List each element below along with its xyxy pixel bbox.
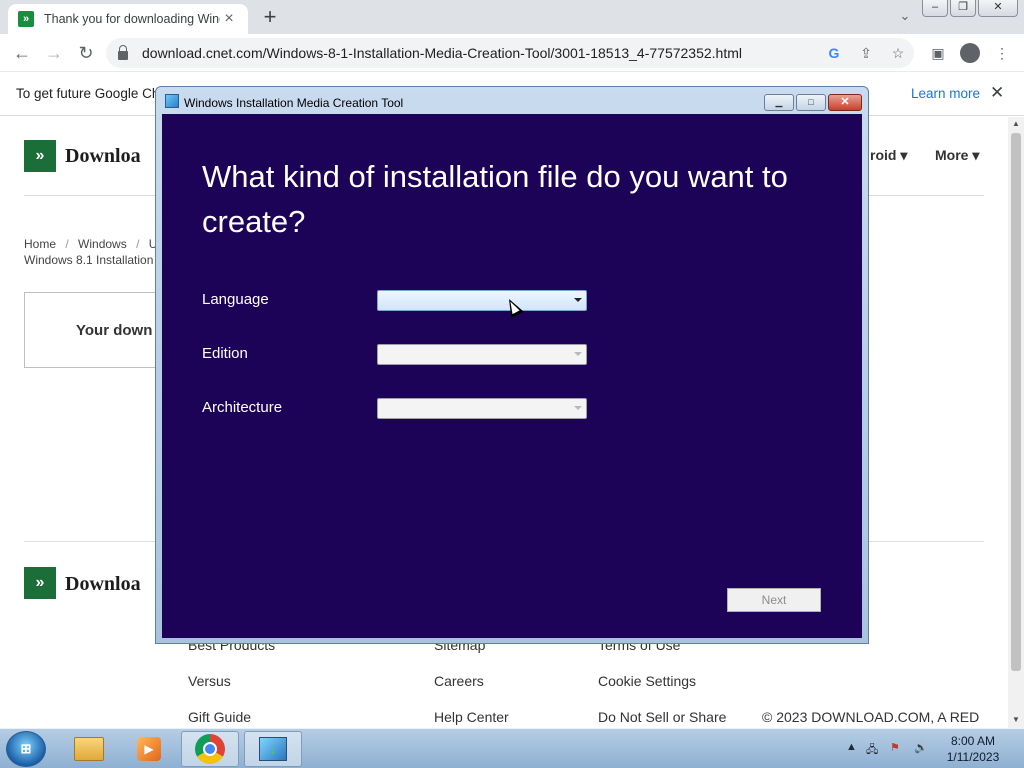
show-hidden-icons-icon[interactable]: ▲ bbox=[846, 741, 857, 753]
dialog-titlebar[interactable]: Windows Installation Media Creation Tool… bbox=[156, 87, 868, 115]
taskbar-media-tool[interactable]: ↓ bbox=[244, 731, 302, 767]
scroll-down-icon[interactable]: ▼ bbox=[1008, 713, 1024, 727]
next-button[interactable]: Next bbox=[727, 588, 821, 612]
page-scrollbar[interactable]: ▲ ▼ bbox=[1008, 117, 1024, 728]
media-tool-icon bbox=[165, 94, 179, 108]
media-creation-dialog: Windows Installation Media Creation Tool… bbox=[155, 86, 869, 644]
language-select[interactable] bbox=[377, 290, 587, 311]
menu-kebab-icon[interactable]: ⋮ bbox=[992, 43, 1012, 63]
lock-icon[interactable] bbox=[118, 44, 128, 60]
site-logo-icon[interactable]: » bbox=[24, 140, 56, 172]
media-player-icon: ▶ bbox=[137, 737, 161, 761]
footer-link[interactable]: Cookie Settings bbox=[598, 673, 696, 689]
taskbar-chrome[interactable] bbox=[181, 731, 239, 767]
action-center-icon[interactable]: ⚑ bbox=[890, 741, 900, 754]
breadcrumb-sep: / bbox=[65, 237, 69, 251]
reload-button[interactable]: ↻ bbox=[74, 41, 98, 65]
profile-avatar-icon bbox=[960, 43, 980, 63]
breadcrumb-product[interactable]: Windows 8.1 Installation M bbox=[24, 253, 167, 267]
system-clock[interactable]: 8:00 AM 1/11/2023 bbox=[940, 733, 1006, 765]
nav-android[interactable]: roid ▾ bbox=[870, 147, 907, 164]
new-tab-button[interactable]: + bbox=[258, 6, 282, 30]
dialog-title: Windows Installation Media Creation Tool bbox=[184, 96, 404, 110]
share-icon[interactable]: ⇪ bbox=[857, 44, 875, 62]
footer-link[interactable]: Do Not Sell or Share bbox=[598, 709, 726, 725]
tab-strip: » Thank you for downloading Windows 8.1 … bbox=[0, 0, 1024, 34]
download-favicon-icon: » bbox=[18, 11, 34, 27]
footer-logo-text[interactable]: Downloa bbox=[65, 573, 141, 596]
window-controls: – ❐ ✕ bbox=[922, 0, 1018, 17]
dialog-heading: What kind of installation file do you wa… bbox=[202, 159, 788, 239]
minimize-button[interactable]: – bbox=[922, 0, 948, 17]
windows-logo-icon: ⊞ bbox=[20, 741, 32, 756]
url-text[interactable]: download.cnet.com/Windows-8-1-Installati… bbox=[142, 45, 742, 61]
site-logo-text[interactable]: Downloa bbox=[65, 145, 141, 168]
back-button[interactable]: ← bbox=[10, 41, 34, 65]
address-bar[interactable]: download.cnet.com/Windows-8-1-Installati… bbox=[106, 38, 914, 68]
tab-title: Thank you for downloading Windows 8.1 In… bbox=[44, 12, 220, 26]
dropdown-arrow-icon bbox=[574, 406, 582, 410]
footer-logo-icon[interactable]: » bbox=[24, 567, 56, 599]
footer-link[interactable]: Gift Guide bbox=[188, 709, 251, 725]
restore-button[interactable]: ❐ bbox=[950, 0, 976, 17]
clock-date: 1/11/2023 bbox=[946, 750, 1000, 764]
language-label: Language bbox=[202, 291, 269, 308]
nav-more-label: More bbox=[935, 147, 969, 163]
media-tool-taskbar-icon: ↓ bbox=[259, 737, 287, 761]
browser-tab[interactable]: » Thank you for downloading Windows 8.1 … bbox=[8, 4, 248, 34]
dropdown-arrow-icon bbox=[574, 298, 582, 302]
dialog-minimize-button[interactable]: ▁ bbox=[764, 94, 794, 111]
architecture-label: Architecture bbox=[202, 399, 283, 416]
browser-toolbar: ← → ↻ download.cnet.com/Windows-8-1-Inst… bbox=[0, 34, 1024, 72]
tab-search-icon[interactable]: ⌄ bbox=[896, 8, 914, 26]
infobar-close-icon[interactable]: ✕ bbox=[990, 83, 1004, 103]
taskbar-explorer[interactable] bbox=[60, 731, 118, 767]
footer-link[interactable]: Careers bbox=[434, 673, 484, 689]
download-status-text: Your down bbox=[76, 322, 153, 339]
infobar-message: To get future Google Ch bbox=[16, 86, 160, 101]
network-icon[interactable]: 🖧 bbox=[866, 741, 878, 760]
dialog-close-button[interactable]: ✕ bbox=[828, 94, 862, 111]
scroll-thumb[interactable] bbox=[1011, 133, 1021, 671]
learn-more-link[interactable]: Learn more bbox=[911, 86, 980, 101]
footer-link[interactable]: Help Center bbox=[434, 709, 509, 725]
dropdown-arrow-icon bbox=[574, 352, 582, 356]
download-status-box: Your down bbox=[24, 292, 174, 368]
folder-icon bbox=[74, 737, 104, 761]
breadcrumb-windows[interactable]: Windows bbox=[78, 237, 127, 251]
start-button[interactable]: ⊞ bbox=[6, 731, 46, 767]
dialog-maximize-button[interactable]: □ bbox=[796, 94, 826, 111]
breadcrumb: Home / Windows / Ut bbox=[24, 237, 161, 251]
side-panel-icon[interactable]: ▣ bbox=[928, 43, 948, 63]
scroll-up-icon[interactable]: ▲ bbox=[1008, 117, 1024, 131]
volume-icon[interactable]: 🔊 bbox=[914, 741, 928, 754]
breadcrumb-sep: / bbox=[136, 237, 140, 251]
bookmark-star-icon[interactable]: ☆ bbox=[889, 44, 907, 62]
close-window-button[interactable]: ✕ bbox=[978, 0, 1018, 17]
chrome-icon bbox=[195, 734, 225, 764]
dialog-content: What kind of installation file do you wa… bbox=[162, 114, 862, 638]
edition-select[interactable] bbox=[377, 344, 587, 365]
profile-button[interactable] bbox=[960, 43, 980, 63]
nav-android-label: roid bbox=[870, 147, 897, 163]
tab-close-icon[interactable]: × bbox=[220, 10, 238, 28]
breadcrumb-home[interactable]: Home bbox=[24, 237, 56, 251]
edition-label: Edition bbox=[202, 345, 248, 362]
copyright-text: © 2023 DOWNLOAD.COM, A RED bbox=[762, 709, 980, 725]
forward-button[interactable]: → bbox=[42, 41, 66, 65]
taskbar: ⊞ ▶ ↓ ▲ 🖧 ⚑ 🔊 8:00 AM 1/11/2023 bbox=[0, 728, 1024, 768]
nav-more[interactable]: More ▾ bbox=[935, 147, 979, 164]
clock-time: 8:00 AM bbox=[950, 734, 996, 748]
google-lens-icon[interactable]: G bbox=[825, 44, 843, 62]
architecture-select[interactable] bbox=[377, 398, 587, 419]
footer-link[interactable]: Versus bbox=[188, 673, 231, 689]
taskbar-media-player[interactable]: ▶ bbox=[120, 731, 178, 767]
